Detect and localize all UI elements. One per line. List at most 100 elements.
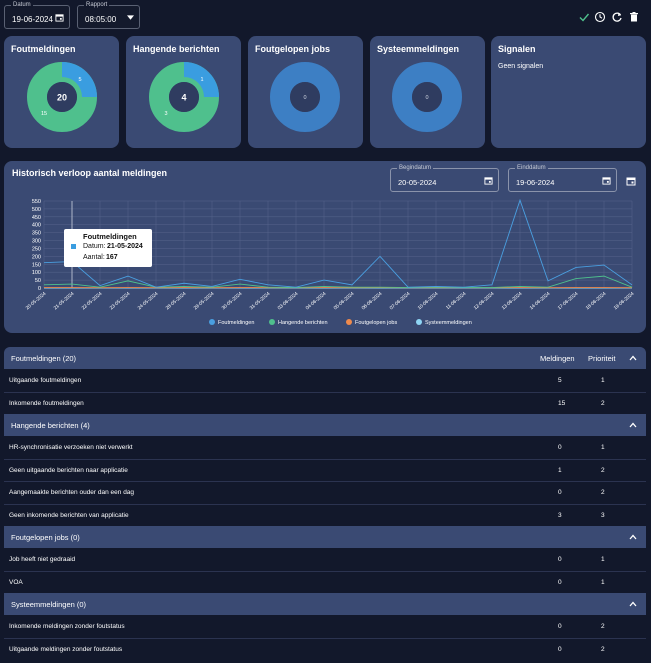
x-tick-label: 31-05-2024 xyxy=(249,291,272,312)
donut-total: 4 xyxy=(181,93,186,103)
table-row[interactable]: Uitgaande meldingen zonder foutstatus 0 2 xyxy=(4,638,646,660)
datum-field[interactable]: Datum 19-06-2024 xyxy=(4,2,70,29)
rapport-field[interactable]: Rapport 08:05:00 xyxy=(77,2,140,29)
row-meldingen: 0 xyxy=(558,489,562,496)
legend-swatch[interactable] xyxy=(416,319,422,325)
calendar-icon[interactable] xyxy=(55,13,64,22)
x-tick-label: 10-06-2024 xyxy=(417,291,440,312)
row-prioriteit: 2 xyxy=(601,399,605,407)
table-row[interactable]: Inkomende foutmeldingen 15 2 xyxy=(4,392,646,415)
row-meldingen: 3 xyxy=(558,511,562,519)
table-row[interactable]: HR-synchronisatie verzoeken niet verwerk… xyxy=(4,436,646,460)
row-meldingen: 0 xyxy=(558,556,562,563)
column-header-meldingen: Meldingen xyxy=(540,354,575,363)
chevron-up-icon[interactable] xyxy=(629,600,637,608)
datum-value[interactable]: 19-06-2024 xyxy=(12,15,53,24)
section-title: Foutgelopen jobs (0) xyxy=(11,533,80,542)
trash-icon[interactable] xyxy=(628,11,640,23)
card-foutgelopen-jobs[interactable]: Foutgelopen jobs 0 xyxy=(248,36,363,148)
chevron-up-icon[interactable] xyxy=(629,354,637,362)
x-tick-label: 05-06-2024 xyxy=(333,291,356,312)
donut-systeem: 0 xyxy=(392,62,462,132)
donut-label-green: 15 xyxy=(41,111,47,117)
tooltip-count-value: 167 xyxy=(106,254,118,261)
row-meldingen: 1 xyxy=(558,466,562,474)
chevron-up-icon[interactable] xyxy=(629,421,637,429)
table-row[interactable]: Job heeft niet gedraaid 0 1 xyxy=(4,548,646,572)
chart-tooltip: Foutmeldingen Datum: 21-05-2024 Aantal: … xyxy=(64,229,152,267)
donut-total: 0 xyxy=(303,95,306,101)
row-prioriteit: 1 xyxy=(601,556,605,563)
row-prioriteit: 1 xyxy=(601,377,605,384)
table-row[interactable]: Uitgaande foutmeldingen 5 1 xyxy=(4,369,646,393)
y-tick-label: 350 xyxy=(32,231,41,237)
section-header[interactable]: Foutmeldingen (20) Meldingen Prioriteit xyxy=(4,347,646,369)
row-meldingen: 0 xyxy=(558,578,562,586)
x-tick-label: 04-06-2024 xyxy=(305,291,328,312)
row-name: Job heeft niet gedraaid xyxy=(9,556,76,563)
donut-jobs: 0 xyxy=(270,62,340,132)
legend-swatch[interactable] xyxy=(269,319,275,325)
column-header-prioriteit: Prioriteit xyxy=(588,354,616,363)
table-row[interactable]: Geen inkomende berichten van applicatie 3… xyxy=(4,504,646,527)
legend-swatch[interactable] xyxy=(346,319,352,325)
donut-foutmeldingen: 20 5 15 xyxy=(27,62,97,132)
legend-label[interactable]: Foutmeldingen xyxy=(218,320,254,326)
legend-label[interactable]: Hangende berichten xyxy=(278,320,328,326)
row-prioriteit: 2 xyxy=(601,466,605,474)
card-foutmeldingen[interactable]: Foutmeldingen 20 5 15 xyxy=(4,36,119,148)
chevron-up-icon[interactable] xyxy=(629,533,637,541)
y-tick-label: 500 xyxy=(32,207,41,213)
donut-label-green: 3 xyxy=(164,111,167,117)
rapport-value[interactable]: 08:05:00 xyxy=(85,15,116,24)
section-header[interactable]: Systeemmeldingen (0) xyxy=(4,593,646,615)
card-hangende-berichten[interactable]: Hangende berichten 4 1 3 xyxy=(126,36,241,148)
table-row[interactable]: VOA 0 1 xyxy=(4,571,646,594)
signalen-text: Geen signalen xyxy=(498,63,544,70)
tooltip-swatch xyxy=(71,244,76,249)
y-tick-label: 200 xyxy=(32,254,41,260)
card-title: Hangende berichten xyxy=(133,44,220,54)
donut-total: 20 xyxy=(57,93,67,103)
x-tick-label: 13-06-2024 xyxy=(501,291,524,312)
history-card: Historisch verloop aantal meldingen Begi… xyxy=(4,161,646,333)
table-row[interactable]: Inkomende meldingen zonder foutstatus 0 2 xyxy=(4,615,646,639)
legend-label[interactable]: Systeemmeldingen xyxy=(425,320,472,326)
section-title: Hangende berichten (4) xyxy=(11,421,90,430)
card-title: Signalen xyxy=(498,44,536,54)
card-systeemmeldingen[interactable]: Systeemmeldingen 0 xyxy=(370,36,485,148)
tooltip-count-label: Aantal: xyxy=(83,254,105,261)
row-prioriteit: 1 xyxy=(601,444,605,451)
row-name: Inkomende meldingen zonder foutstatus xyxy=(9,623,125,630)
row-name: Uitgaande meldingen zonder foutstatus xyxy=(9,645,123,653)
y-tick-label: 0 xyxy=(38,286,41,292)
section-header[interactable]: Hangende berichten (4) xyxy=(4,414,646,436)
clock-icon[interactable] xyxy=(594,11,606,23)
legend-swatch[interactable] xyxy=(209,319,215,325)
x-tick-label: 28-05-2024 xyxy=(165,291,188,312)
check-icon[interactable] xyxy=(578,11,590,23)
legend-label[interactable]: Foutgelopen jobs xyxy=(355,320,397,326)
row-name: HR-synchronisatie verzoeken niet verwerk… xyxy=(9,444,133,451)
chevron-down-icon[interactable] xyxy=(127,15,134,20)
row-name: Uitgaande foutmeldingen xyxy=(9,377,82,384)
row-name: VOA xyxy=(9,578,23,586)
x-tick-label: 18-06-2024 xyxy=(585,291,608,312)
refresh-icon[interactable] xyxy=(611,11,623,23)
x-tick-label: 23-05-2024 xyxy=(109,291,132,312)
y-tick-label: 550 xyxy=(32,199,41,205)
x-tick-label: 17-06-2024 xyxy=(557,291,580,312)
x-tick-label: 11-06-2024 xyxy=(445,291,468,311)
card-title: Systeemmeldingen xyxy=(377,44,460,54)
table-row[interactable]: Aangemaakte berichten ouder dan een dag 0… xyxy=(4,481,646,505)
table-row[interactable]: Geen uitgaande berichten naar applicatie… xyxy=(4,459,646,482)
row-meldingen: 15 xyxy=(558,399,566,407)
section-title: Foutmeldingen (20) xyxy=(11,354,77,363)
row-name: Inkomende foutmeldingen xyxy=(9,399,84,407)
donut-hangende: 4 1 3 xyxy=(149,62,219,132)
section-header[interactable]: Foutgelopen jobs (0) xyxy=(4,526,646,548)
y-tick-label: 150 xyxy=(32,262,41,268)
row-prioriteit: 1 xyxy=(601,578,605,586)
x-tick-label: 12-06-2024 xyxy=(473,291,496,312)
card-signalen[interactable]: Signalen Geen signalen xyxy=(491,36,646,148)
